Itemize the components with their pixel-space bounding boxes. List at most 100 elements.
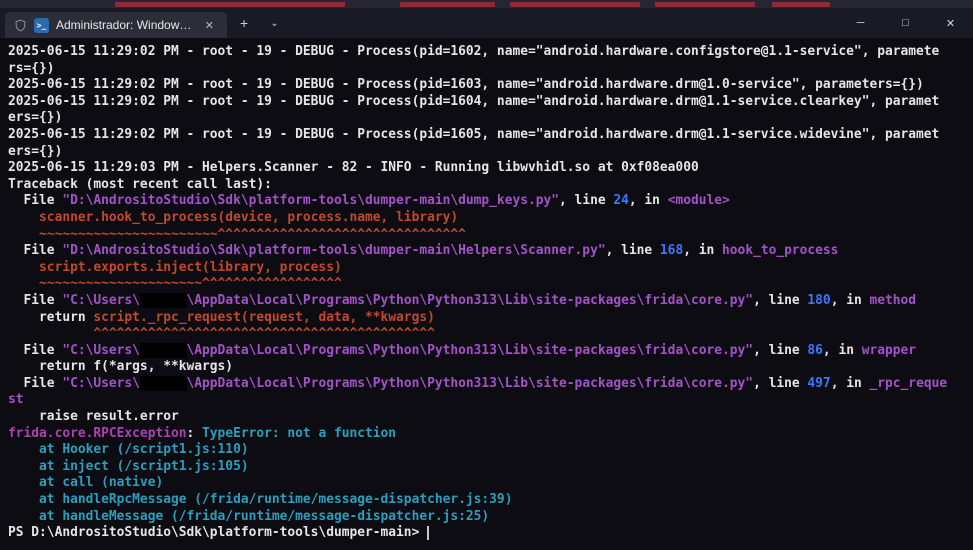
terminal-line: 2025-06-15 11:29:03 PM - Helpers.Scanner… (8, 160, 973, 177)
window-controls: ─ □ ✕ (838, 8, 973, 38)
terminal-text-segment: method (869, 292, 917, 308)
terminal-text-segment: at call (native) (8, 475, 164, 491)
terminal-line: Traceback (most recent call last): (8, 177, 973, 194)
terminal-text-segment: 86 (807, 342, 823, 358)
terminal-line: File "D:\AndrositoStudio\Sdk\platform-to… (8, 193, 973, 210)
terminal-output[interactable]: 2025-06-15 11:29:02 PM - root - 19 - DEB… (0, 38, 973, 550)
terminal-text-segment: File (8, 375, 63, 391)
terminal-text-segment: Traceback (most recent call last): (8, 176, 272, 192)
terminal-text-segment: raise result.error (8, 409, 179, 425)
terminal-text-segment: , in (628, 193, 668, 209)
terminal-text-segment: , line (753, 375, 808, 391)
terminal-tab[interactable]: >_ Administrador: Windows Pow... ✕ (5, 12, 227, 38)
terminal-line: 2025-06-15 11:29:02 PM - root - 19 - DEB… (8, 44, 973, 61)
terminal-text-segment: , line (753, 342, 808, 358)
terminal-line: at handleRpcMessage (/frida/runtime/mess… (8, 492, 973, 509)
background-text-fragment (400, 2, 495, 7)
terminal-line: scanner.hook_to_process(device, process.… (8, 210, 973, 227)
terminal-line: File "C:\Users\ \AppData\Local\Programs\… (8, 375, 973, 393)
terminal-text-segment: ers={}) (8, 110, 63, 126)
terminal-text-segment: script.exports.inject(library, process) (39, 259, 342, 275)
terminal-text-segment: ~~~~~~~~~~~~~~~~~~~~~~~^^^^^^^^^^^^^^^^^… (39, 226, 466, 242)
terminal-text-segment: "D:\AndrositoStudio\Sdk\platform-tools\d… (62, 193, 560, 209)
terminal-text-segment: \AppData\Local\Programs\Python\Python313… (186, 292, 754, 308)
terminal-text-segment: , in (830, 375, 870, 391)
terminal-text-segment: <module> (667, 193, 730, 209)
terminal-text-segment: ^^^^^^^^^^^^^^^^^^^^^^^^^^^^^^^^^^^^^^^^… (93, 326, 435, 342)
terminal-text-segment: "C:\Users\ (62, 292, 140, 308)
powershell-icon: >_ (34, 17, 49, 33)
terminal-line: 2025-06-15 11:29:02 PM - root - 19 - DEB… (8, 94, 973, 111)
terminal-text-segment: \AppData\Local\Programs\Python\Python313… (186, 342, 754, 358)
terminal-line: frida.core.RPCException: TypeError: not … (8, 426, 973, 443)
minimize-button[interactable]: ─ (838, 8, 883, 38)
terminal-line: ~~~~~~~~~~~~~~~~~~~~~^^^^^^^^^^^^^^^^^^ (8, 276, 973, 293)
terminal-line: at inject (/script1.js:105) (8, 459, 973, 476)
background-text-fragment (655, 2, 755, 7)
terminal-text-segment: at handleMessage (/frida/runtime/message… (8, 508, 490, 524)
tab-dropdown-button[interactable]: ⌄ (261, 16, 287, 31)
terminal-text-segment: 2025-06-15 11:29:02 PM - root - 19 - DEB… (8, 93, 940, 109)
terminal-text-segment: 180 (807, 292, 831, 308)
new-tab-button[interactable]: + (231, 13, 257, 33)
terminal-line: script.exports.inject(library, process) (8, 260, 973, 277)
terminal-line: at call (native) (8, 475, 973, 492)
terminal-line: ers={}) (8, 144, 973, 161)
tab-close-button[interactable]: ✕ (201, 17, 218, 34)
terminal-text-segment: script._rpc_request(request, data, **kwa… (93, 309, 435, 325)
terminal-line: PS D:\AndrositoStudio\Sdk\platform-tools… (8, 525, 973, 542)
terminal-text-segment: rs={}) (8, 60, 55, 76)
terminal-line: at handleMessage (/frida/runtime/message… (8, 509, 973, 526)
terminal-line: return script._rpc_request(request, data… (8, 310, 973, 327)
terminal-line: File "D:\AndrositoStudio\Sdk\platform-to… (8, 243, 973, 260)
terminal-cursor (427, 526, 430, 541)
terminal-text-segment: return f(*args, **kwargs) (8, 359, 234, 375)
terminal-text-segment: at Hooker (/script1.js:110) (8, 442, 249, 458)
terminal-line: raise result.error (8, 409, 973, 426)
terminal-text-segment: frida.core.RPCException (8, 425, 187, 441)
terminal-line: at Hooker (/script1.js:110) (8, 442, 973, 459)
terminal-text-segment: , in (822, 342, 862, 358)
terminal-text-segment: "C:\Users\ (62, 375, 140, 391)
terminal-text-segment: _rpc_reque (869, 375, 948, 391)
terminal-text-segment: ers={}) (8, 143, 63, 159)
maximize-button[interactable]: □ (883, 8, 928, 38)
terminal-text-segment: File (8, 292, 63, 308)
terminal-line: 2025-06-15 11:29:02 PM - root - 19 - DEB… (8, 127, 973, 144)
terminal-text-segment: 2025-06-15 11:29:02 PM - root - 19 - DEB… (8, 126, 940, 142)
redacted-username (139, 375, 187, 391)
admin-shield-icon (14, 19, 27, 32)
terminal-line: 2025-06-15 11:29:02 PM - root - 19 - DEB… (8, 77, 973, 94)
terminal-text-segment: File (8, 193, 63, 209)
terminal-line: return f(*args, **kwargs) (8, 359, 973, 376)
title-bar[interactable]: >_ Administrador: Windows Pow... ✕ + ⌄ ─… (0, 8, 973, 38)
background-text-fragment (115, 2, 345, 7)
terminal-line: ers={}) (8, 110, 973, 127)
terminal-text-segment: hook_to_process (722, 243, 839, 259)
terminal-text-segment: 497 (807, 375, 831, 391)
terminal-text-segment: 168 (659, 243, 684, 259)
background-window-strip (0, 0, 973, 8)
terminal-line: ~~~~~~~~~~~~~~~~~~~~~~~^^^^^^^^^^^^^^^^^… (8, 227, 973, 244)
background-text-fragment (510, 2, 640, 7)
terminal-text-segment: : (186, 425, 203, 441)
redacted-username (139, 292, 187, 308)
terminal-line: File "C:\Users\ \AppData\Local\Programs\… (8, 292, 973, 310)
terminal-text-segment: at handleRpcMessage (/frida/runtime/mess… (8, 492, 513, 508)
terminal-text-segment: File (8, 243, 63, 259)
terminal-window: >_ Administrador: Windows Pow... ✕ + ⌄ ─… (0, 0, 973, 550)
close-button[interactable]: ✕ (928, 8, 973, 38)
terminal-text-segment: ~~~~~~~~~~~~~~~~~~~~~^^^^^^^^^^^^^^^^^^ (39, 276, 342, 292)
terminal-text-segment: , line (753, 292, 808, 308)
tab-title: Administrador: Windows Pow... (56, 18, 194, 32)
terminal-text-segment: , line (559, 193, 614, 209)
background-text-fragment (772, 2, 830, 7)
terminal-text-segment: PS D:\AndrositoStudio\Sdk\platform-tools… (8, 525, 428, 541)
terminal-text-segment: , line (605, 243, 660, 259)
terminal-text-segment: 2025-06-15 11:29:02 PM - root - 19 - DEB… (8, 44, 940, 59)
